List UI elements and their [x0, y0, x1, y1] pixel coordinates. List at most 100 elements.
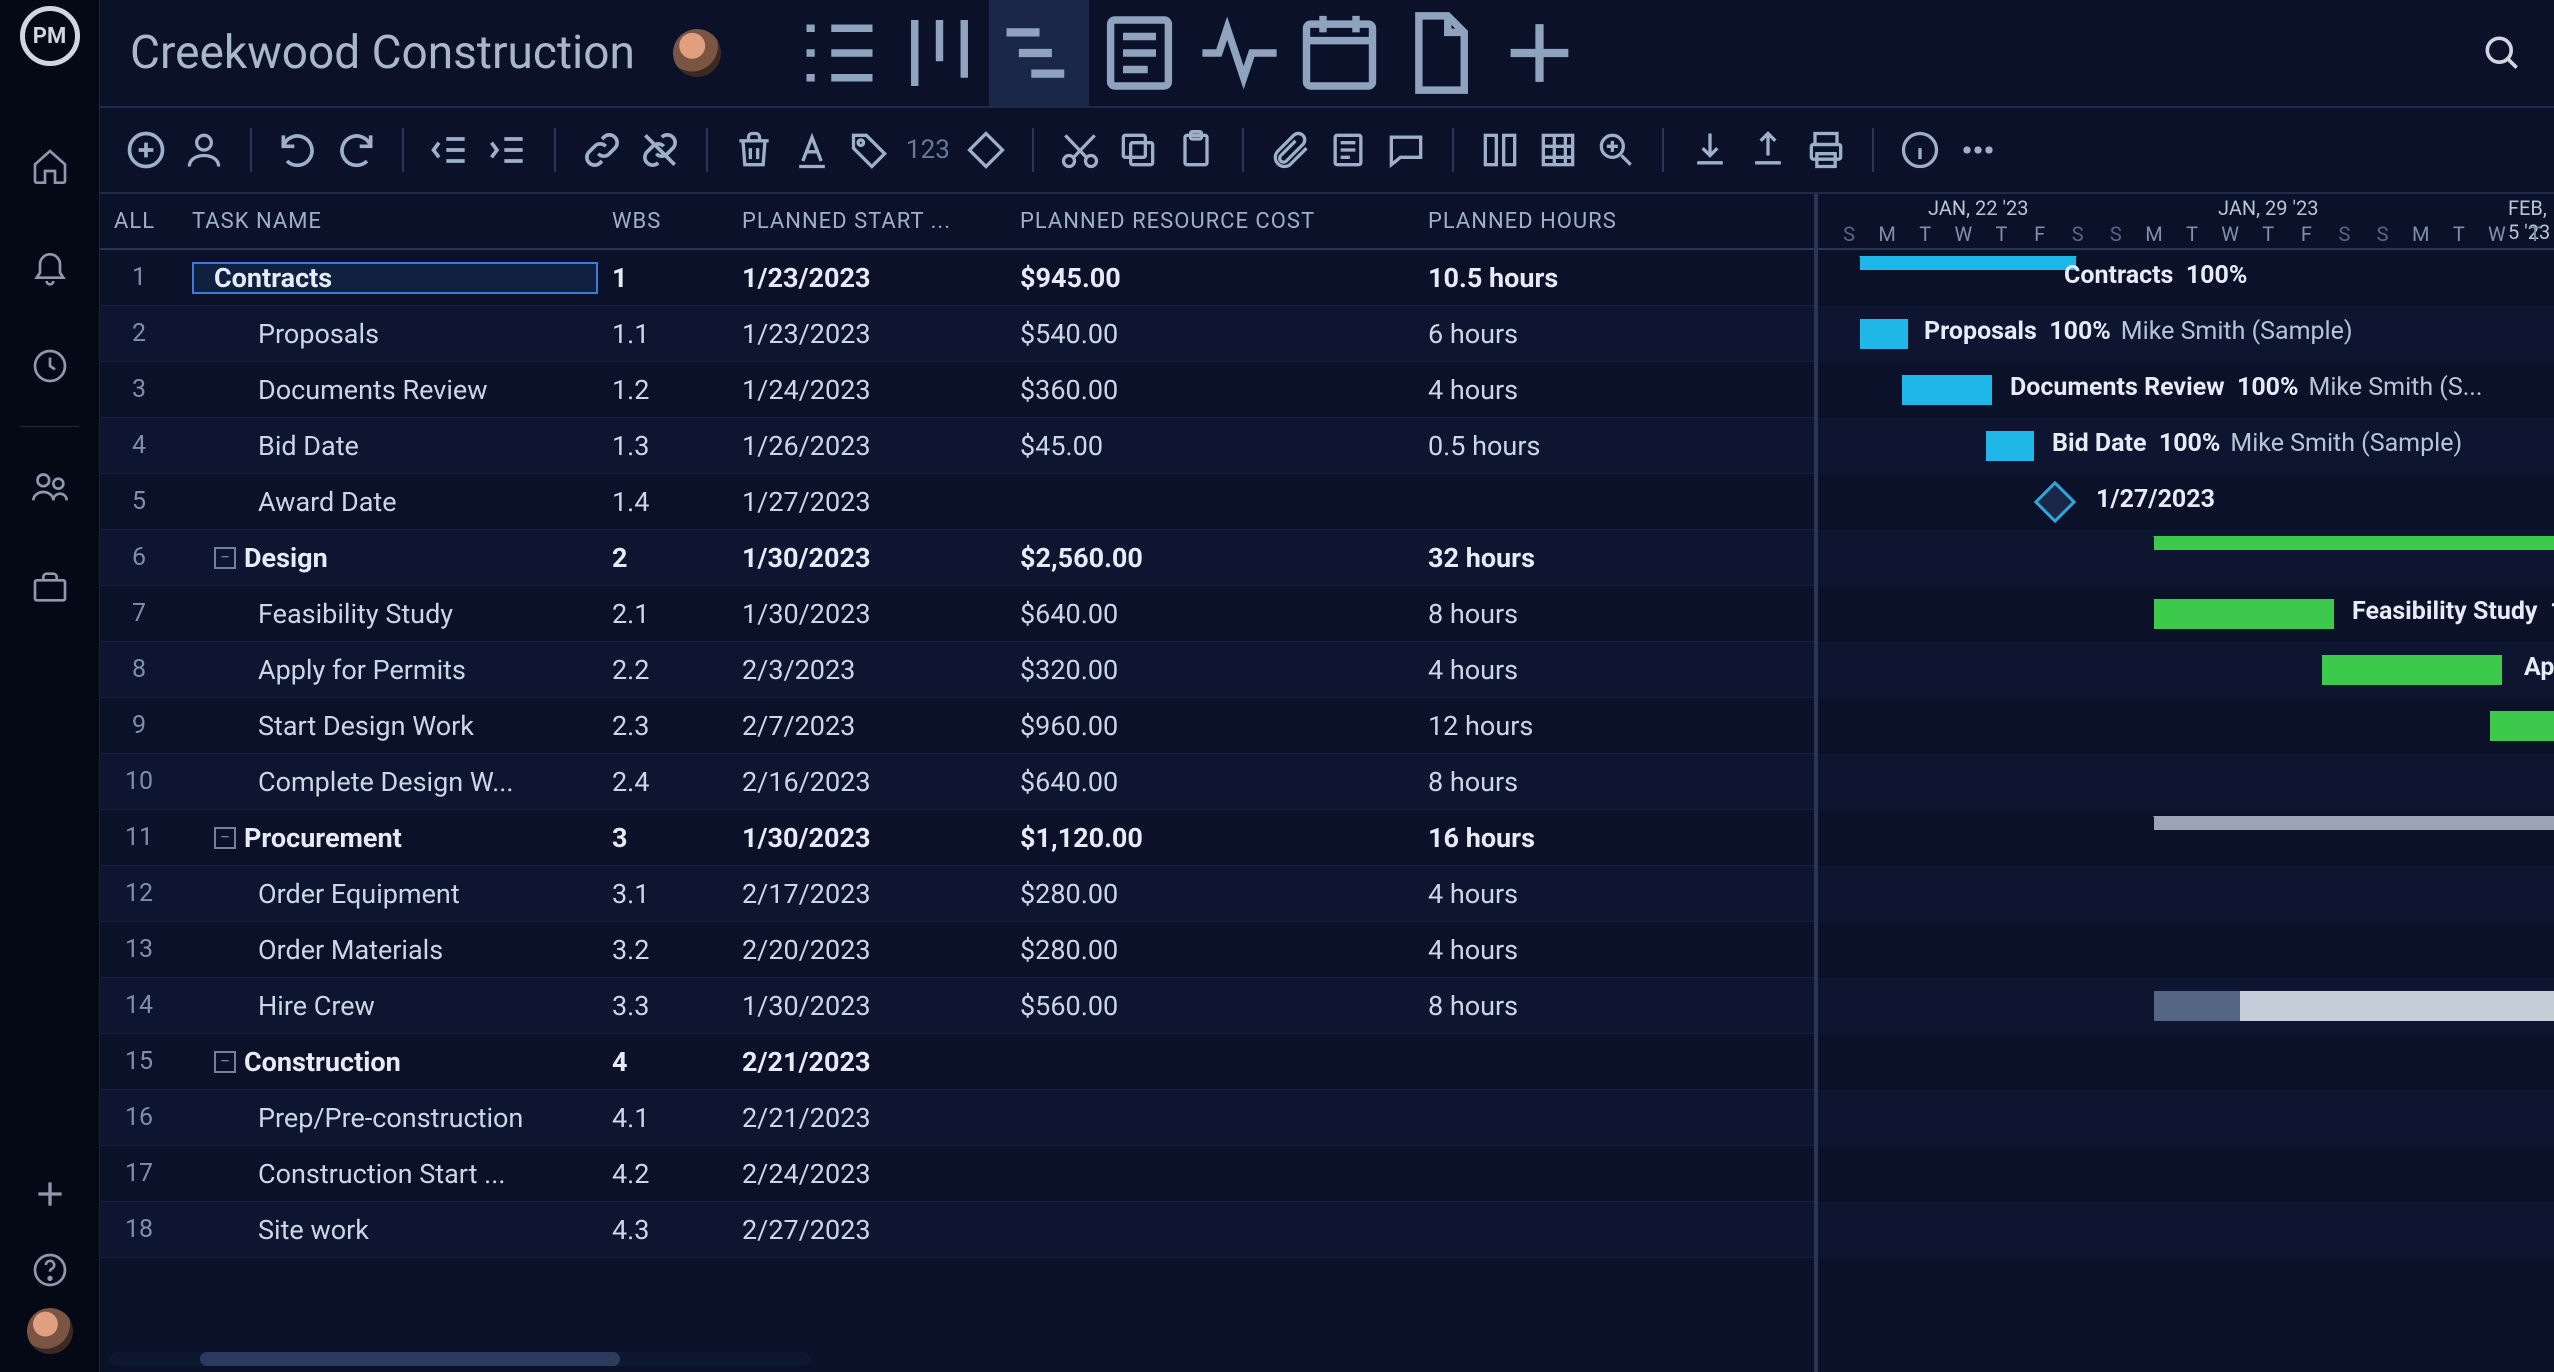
- export-icon[interactable]: [1746, 128, 1790, 172]
- day-label: F: [2021, 222, 2059, 246]
- import-icon[interactable]: [1688, 128, 1732, 172]
- table-row[interactable]: 18Site work4.32/27/2023: [100, 1202, 1814, 1258]
- print-icon[interactable]: [1804, 128, 1848, 172]
- paste-icon[interactable]: [1174, 128, 1218, 172]
- task-table: ALL TASK NAME WBS PLANNED START ... PLAN…: [100, 194, 1814, 1372]
- day-label: T: [1982, 222, 2020, 246]
- board-view-tab[interactable]: [889, 0, 989, 106]
- collapse-icon[interactable]: −: [214, 1051, 236, 1073]
- collapse-icon[interactable]: −: [214, 827, 236, 849]
- home-icon[interactable]: [30, 146, 70, 186]
- table-row[interactable]: 15−Construction42/21/2023: [100, 1034, 1814, 1090]
- info-icon[interactable]: [1898, 128, 1942, 172]
- project-avatar[interactable]: [673, 29, 721, 77]
- gantt-bar-label: Apply f: [2524, 653, 2554, 682]
- gantt-chart[interactable]: JAN, 22 '23JAN, 29 '23FEB, 5 '23 SMTWTFS…: [1814, 194, 2554, 1372]
- zoom-icon[interactable]: [1594, 128, 1638, 172]
- assignee-icon[interactable]: [182, 128, 226, 172]
- gantt-bar[interactable]: [2154, 991, 2554, 1021]
- col-hours[interactable]: PLANNED HOURS: [1414, 209, 1814, 234]
- undo-icon[interactable]: [276, 128, 320, 172]
- table-row[interactable]: 8Apply for Permits2.22/3/2023$320.004 ho…: [100, 642, 1814, 698]
- copy-icon[interactable]: [1116, 128, 1160, 172]
- gantt-bar[interactable]: [2490, 711, 2554, 741]
- table-row[interactable]: 10Complete Design W...2.42/16/2023$640.0…: [100, 754, 1814, 810]
- col-wbs[interactable]: WBS: [598, 209, 728, 234]
- clock-icon[interactable]: [30, 346, 70, 386]
- table-row[interactable]: 1Contracts11/23/2023$945.0010.5 hours: [100, 250, 1814, 306]
- col-name[interactable]: TASK NAME: [178, 209, 598, 234]
- calendar-view-tab[interactable]: [1289, 0, 1389, 106]
- redo-icon[interactable]: [334, 128, 378, 172]
- gantt-body[interactable]: Contracts 100%Proposals 100%Mike Smith (…: [1818, 250, 2554, 1372]
- table-row[interactable]: 2Proposals1.11/23/2023$540.006 hours: [100, 306, 1814, 362]
- task-name: Contracts: [214, 262, 332, 294]
- notes-icon[interactable]: [1326, 128, 1370, 172]
- row-number: 15: [100, 1047, 178, 1076]
- grid-icon[interactable]: [1536, 128, 1580, 172]
- bell-icon[interactable]: [30, 246, 70, 286]
- day-label: S: [1830, 222, 1868, 246]
- more-icon[interactable]: [1956, 128, 2000, 172]
- table-row[interactable]: 11−Procurement31/30/2023$1,120.0016 hour…: [100, 810, 1814, 866]
- milestone-marker[interactable]: [2034, 481, 2076, 523]
- task-name: Complete Design W...: [214, 766, 514, 798]
- list-view-tab[interactable]: [789, 0, 889, 106]
- plus-icon[interactable]: [30, 1174, 70, 1214]
- tag-icon[interactable]: [848, 128, 892, 172]
- outdent-icon[interactable]: [428, 128, 472, 172]
- files-view-tab[interactable]: [1389, 0, 1489, 106]
- gantt-bar[interactable]: [1902, 375, 1992, 405]
- unlink-icon[interactable]: [638, 128, 682, 172]
- table-row[interactable]: 3Documents Review1.21/24/2023$360.004 ho…: [100, 362, 1814, 418]
- add-task-icon[interactable]: [124, 128, 168, 172]
- gantt-bar[interactable]: [2154, 599, 2334, 629]
- gantt-summary-bar[interactable]: [2154, 536, 2554, 550]
- cut-icon[interactable]: [1058, 128, 1102, 172]
- app-logo[interactable]: PM: [20, 6, 80, 66]
- table-row[interactable]: 17Construction Start ...4.22/24/2023: [100, 1146, 1814, 1202]
- table-row[interactable]: 6−Design21/30/2023$2,560.0032 hours: [100, 530, 1814, 586]
- cell-hours: 12 hours: [1414, 710, 1814, 742]
- attachment-icon[interactable]: [1268, 128, 1312, 172]
- col-start[interactable]: PLANNED START ...: [728, 209, 1006, 234]
- collapse-icon[interactable]: −: [214, 547, 236, 569]
- cell-wbs: 4: [598, 1046, 728, 1078]
- cell-hours: 4 hours: [1414, 934, 1814, 966]
- cell-cost: $45.00: [1006, 430, 1414, 462]
- col-all[interactable]: ALL: [100, 209, 178, 234]
- delete-icon[interactable]: [732, 128, 776, 172]
- table-row[interactable]: 4Bid Date1.31/26/2023$45.000.5 hours: [100, 418, 1814, 474]
- columns-icon[interactable]: [1478, 128, 1522, 172]
- table-row[interactable]: 14Hire Crew3.31/30/2023$560.008 hours: [100, 978, 1814, 1034]
- briefcase-icon[interactable]: [30, 567, 70, 607]
- add-view-tab[interactable]: [1489, 0, 1589, 106]
- chat-icon[interactable]: [1384, 128, 1428, 172]
- table-row[interactable]: 13Order Materials3.22/20/2023$280.004 ho…: [100, 922, 1814, 978]
- font-color-icon[interactable]: [790, 128, 834, 172]
- link-icon[interactable]: [580, 128, 624, 172]
- people-icon[interactable]: [30, 467, 70, 507]
- help-icon[interactable]: [30, 1250, 70, 1290]
- search-icon[interactable]: [2480, 31, 2524, 75]
- gantt-bar[interactable]: [1860, 319, 1908, 349]
- table-row[interactable]: 7Feasibility Study2.11/30/2023$640.008 h…: [100, 586, 1814, 642]
- gantt-summary-bar[interactable]: [1860, 256, 2076, 270]
- table-row[interactable]: 16Prep/Pre-construction4.12/21/2023: [100, 1090, 1814, 1146]
- table-scrollbar[interactable]: [110, 1352, 810, 1366]
- indent-icon[interactable]: [486, 128, 530, 172]
- table-row[interactable]: 12Order Equipment3.12/17/2023$280.004 ho…: [100, 866, 1814, 922]
- cell-start: 1/26/2023: [728, 430, 1006, 462]
- cell-start: 1/24/2023: [728, 374, 1006, 406]
- gantt-bar[interactable]: [1986, 431, 2034, 461]
- gantt-summary-bar[interactable]: [2154, 816, 2554, 830]
- table-row[interactable]: 9Start Design Work2.32/7/2023$960.0012 h…: [100, 698, 1814, 754]
- milestone-icon[interactable]: [964, 128, 1008, 172]
- col-cost[interactable]: PLANNED RESOURCE COST: [1006, 209, 1414, 234]
- activity-view-tab[interactable]: [1189, 0, 1289, 106]
- table-row[interactable]: 5Award Date1.41/27/2023: [100, 474, 1814, 530]
- gantt-bar[interactable]: [2322, 655, 2502, 685]
- user-avatar[interactable]: [27, 1308, 73, 1354]
- gantt-view-tab[interactable]: [989, 0, 1089, 106]
- sheet-view-tab[interactable]: [1089, 0, 1189, 106]
